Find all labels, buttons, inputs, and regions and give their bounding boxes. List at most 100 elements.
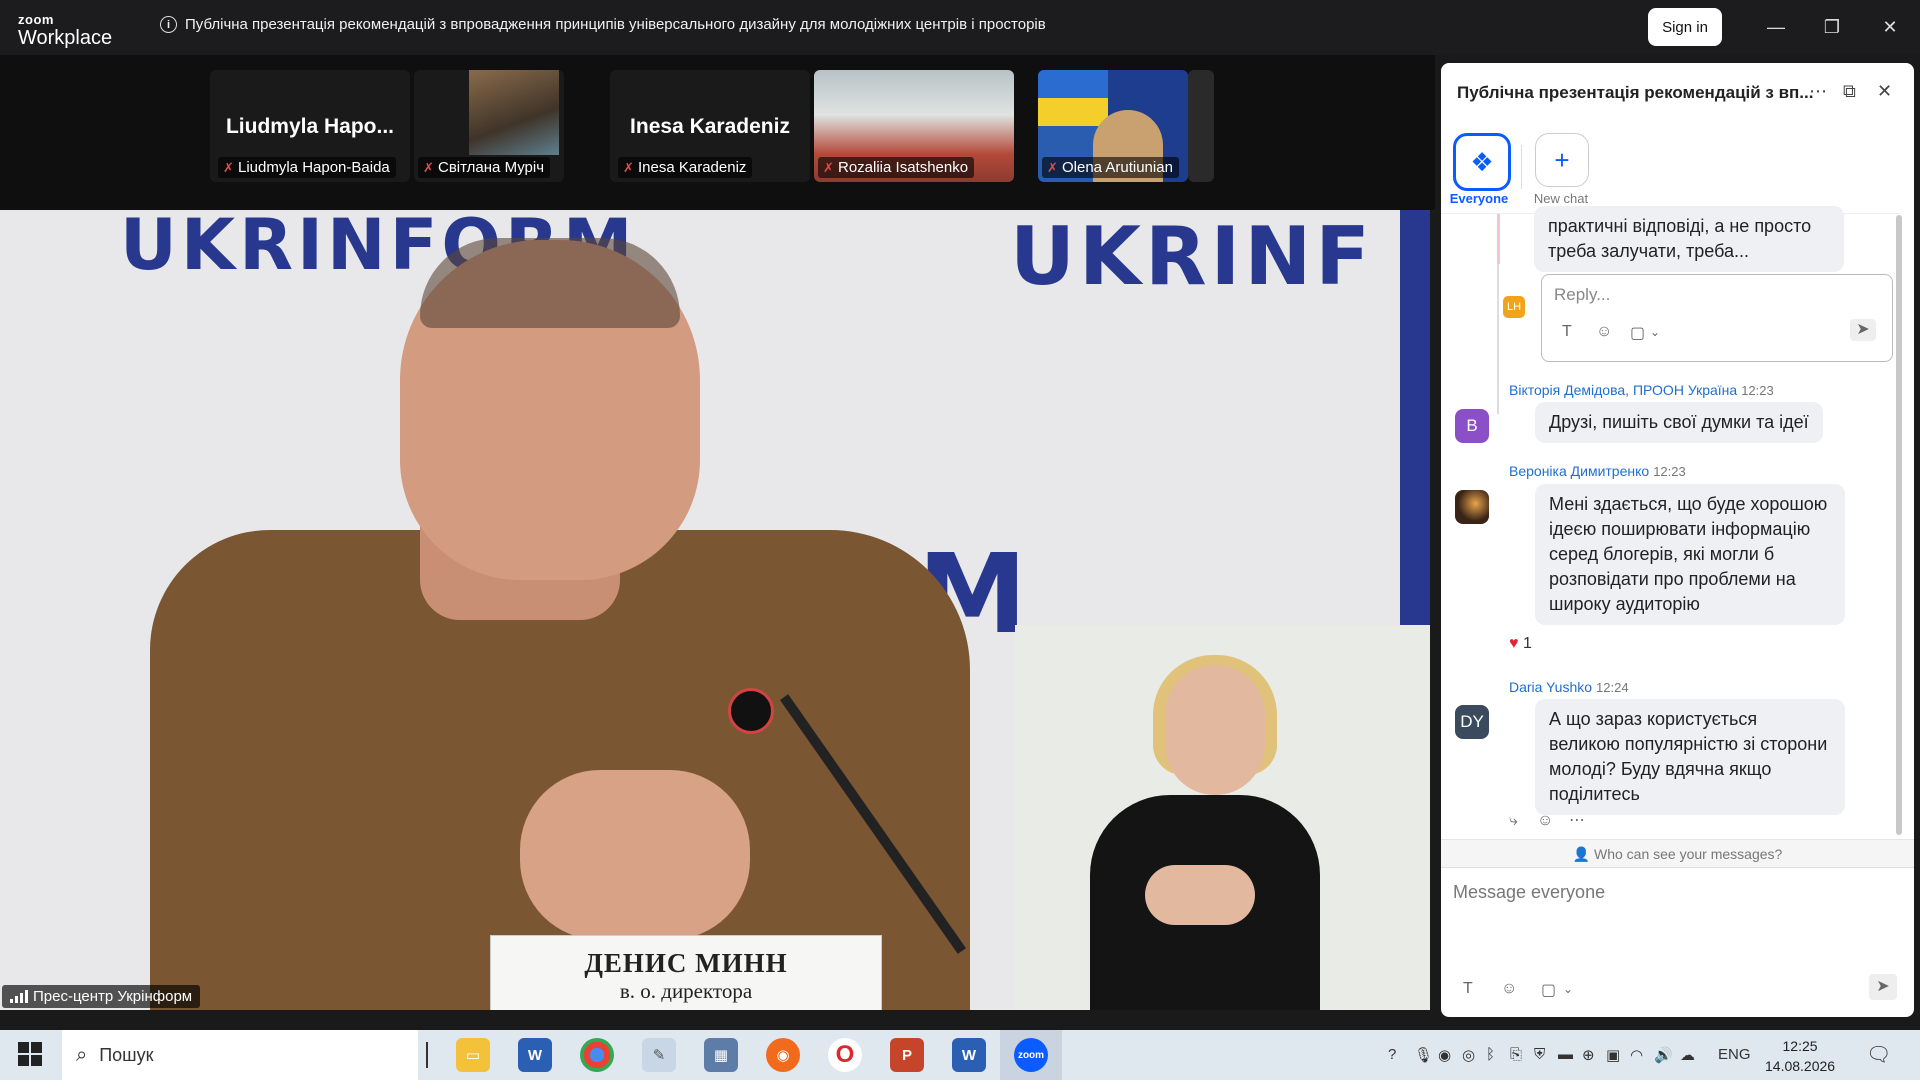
main-video[interactable]: UKRINFORM UKRINF UKRINFORM ДЕНИС МИНН в.…: [0, 210, 1430, 1010]
reaction-count: 1: [1522, 635, 1532, 652]
help-icon[interactable]: ?: [1388, 1046, 1396, 1063]
message-bubble[interactable]: А що зараз користується великою популярн…: [1535, 699, 1845, 815]
text-format-icon[interactable]: T: [1562, 323, 1572, 341]
close-chat-icon[interactable]: ✕: [1877, 81, 1892, 102]
more-options-icon[interactable]: ⋯: [1809, 81, 1827, 102]
language-indicator[interactable]: ENG: [1718, 1046, 1751, 1063]
thread-line: [1497, 214, 1500, 264]
taskbar: ⌕ Пошук ▭ W ✎ ▦ ◉ O P W zoom ? 🎙 ◉ ◎ ᛒ ⎘…: [0, 1030, 1920, 1080]
microphone-icon[interactable]: 🎙: [1414, 1046, 1433, 1064]
message-bubble[interactable]: практичні відповіді, а не просто треба з…: [1534, 206, 1844, 272]
chat-scrollbar[interactable]: [1896, 215, 1902, 835]
chevron-down-icon[interactable]: ⌄: [1563, 982, 1573, 996]
text-format-icon[interactable]: T: [1463, 980, 1473, 998]
reaction-badge[interactable]: ♥ 1: [1509, 635, 1532, 653]
emoji-icon[interactable]: ☺: [1501, 980, 1517, 998]
new-chat-button[interactable]: +: [1535, 133, 1589, 187]
muted-mic-icon: ✗: [223, 160, 234, 175]
new-chat-label: New chat: [1533, 191, 1589, 206]
participant-name-tag: ✗ Liudmyla Hapon-Baida: [218, 157, 396, 178]
chat-title: Публічна презентація рекомендацій з вп..…: [1457, 83, 1814, 102]
clock[interactable]: 12:25 14.08.2026: [1765, 1036, 1835, 1076]
nameplate-title: в. о. директора: [619, 979, 753, 1003]
zoom-tray-icon[interactable]: ◎: [1462, 1046, 1475, 1064]
message-sender: Вероніка Димитренко 12:23: [1509, 463, 1686, 479]
task-view-icon[interactable]: [426, 1042, 428, 1068]
chat-messages: практичні відповіді, а не просто треба з…: [1441, 206, 1901, 844]
message-bubble[interactable]: Мені здається, що буде хорошою ідеєю пош…: [1535, 484, 1845, 625]
security-icon[interactable]: ⛨: [1534, 1046, 1545, 1063]
meeting-title: Публічна презентація рекомендацій з впро…: [185, 16, 1046, 33]
avatar: В: [1455, 409, 1489, 443]
device-icon[interactable]: ▣: [1606, 1046, 1620, 1064]
taskbar-search[interactable]: ⌕ Пошук: [62, 1030, 418, 1080]
vpn-icon[interactable]: ⊕: [1582, 1046, 1595, 1064]
video-source-name: Прес-центр Укрінформ: [33, 988, 193, 1005]
participant-name: Olena Arutiunian: [1062, 159, 1173, 176]
word-icon[interactable]: W: [518, 1038, 552, 1072]
info-icon[interactable]: i: [160, 16, 177, 33]
zoom-taskbar-icon[interactable]: zoom: [1014, 1038, 1048, 1072]
send-icon[interactable]: ➤: [1869, 974, 1897, 1000]
file-explorer-icon[interactable]: ▭: [456, 1038, 490, 1072]
bluetooth-icon[interactable]: ᛒ: [1486, 1046, 1495, 1063]
reply-input[interactable]: Reply... T ☺ ▢ ⌄ ➤: [1541, 274, 1893, 362]
logo-bottom-text: Workplace: [18, 27, 113, 49]
tab-divider: [1521, 145, 1522, 189]
strip-scroll-handle[interactable]: [1188, 70, 1214, 182]
chevron-down-icon[interactable]: ⌄: [1650, 325, 1660, 339]
message-bubble[interactable]: Друзі, пишіть свої думки та ідеї: [1535, 402, 1823, 443]
calculator-icon[interactable]: ▦: [704, 1038, 738, 1072]
reply-thread-icon[interactable]: ⤷: [1509, 812, 1518, 830]
emoji-icon[interactable]: ☺: [1596, 323, 1612, 341]
volume-icon[interactable]: 🔊: [1654, 1046, 1673, 1064]
sender-name: Daria Yushko: [1509, 679, 1593, 695]
people-icon: ❖: [1470, 146, 1494, 177]
chrome-icon[interactable]: [580, 1038, 614, 1072]
participant-tile[interactable]: Liudmyla Hapo... ✗ Liudmyla Hapon-Baida: [210, 70, 410, 182]
wifi-icon[interactable]: ◠: [1630, 1046, 1643, 1064]
word-icon[interactable]: W: [952, 1038, 986, 1072]
restore-icon[interactable]: ❐: [1812, 12, 1852, 42]
participant-name-tag: ✗ Olena Arutiunian: [1042, 157, 1179, 178]
sign-in-button[interactable]: Sign in: [1648, 8, 1722, 46]
sign-language-interpreter-video[interactable]: [1015, 625, 1430, 1010]
opera-icon[interactable]: O: [828, 1038, 862, 1072]
participant-name: Rozaliia Isatshenko: [838, 159, 969, 176]
send-icon[interactable]: ➤: [1850, 319, 1876, 341]
screenshot-icon[interactable]: ▢: [1630, 323, 1645, 343]
tab-everyone[interactable]: ❖: [1453, 133, 1511, 191]
muted-mic-icon: ✗: [423, 160, 434, 175]
start-icon[interactable]: [18, 1042, 42, 1066]
speaker-hands: [520, 770, 750, 940]
visibility-notice-text: Who can see your messages?: [1594, 846, 1783, 862]
speaker-nameplate: ДЕНИС МИНН в. о. директора: [490, 935, 882, 1010]
tab-everyone-label: Everyone: [1449, 191, 1509, 206]
participant-tile[interactable]: ✗ Rozaliia Isatshenko: [814, 70, 1014, 182]
close-window-icon[interactable]: ✕: [1870, 12, 1910, 42]
more-actions-icon[interactable]: ⋯: [1569, 810, 1585, 830]
video-source-label: Прес-центр Укрінформ: [2, 985, 201, 1008]
microphone-icon: [728, 688, 774, 734]
visibility-notice[interactable]: 👤 Who can see your messages?: [1441, 839, 1914, 868]
participant-tile[interactable]: ✗ Olena Arutiunian: [1038, 70, 1188, 182]
muted-mic-icon: ✗: [823, 160, 834, 175]
participant-name-tag: ✗ Світлана Муріч: [418, 157, 551, 178]
powerpoint-icon[interactable]: P: [890, 1038, 924, 1072]
screenshot-icon[interactable]: ▢: [1541, 980, 1556, 1000]
participant-tile[interactable]: Inesa Karadeniz ✗ Inesa Karadeniz: [610, 70, 810, 182]
add-reaction-icon[interactable]: ☺: [1537, 812, 1553, 830]
participant-name: Inesa Karadeniz: [638, 159, 747, 176]
notifications-icon[interactable]: 🗨: [1866, 1042, 1891, 1067]
pop-out-icon[interactable]: ⧉: [1843, 81, 1856, 102]
webcam-icon[interactable]: ◉: [1438, 1046, 1451, 1064]
battery-icon[interactable]: ▬: [1558, 1046, 1573, 1063]
app-icon[interactable]: ◉: [766, 1038, 800, 1072]
cloud-icon[interactable]: ☁: [1680, 1046, 1695, 1064]
meeting-info[interactable]: i Публічна презентація рекомендацій з вп…: [160, 16, 1046, 33]
participant-tile[interactable]: ✗ Світлана Муріч: [414, 70, 564, 182]
clipboard-icon[interactable]: ⎘: [1510, 1046, 1522, 1063]
message-compose-input[interactable]: Message everyone T ☺ ▢ ⌄ ➤: [1441, 867, 1914, 1017]
minimize-icon[interactable]: —: [1756, 12, 1796, 42]
app-icon[interactable]: ✎: [642, 1038, 676, 1072]
